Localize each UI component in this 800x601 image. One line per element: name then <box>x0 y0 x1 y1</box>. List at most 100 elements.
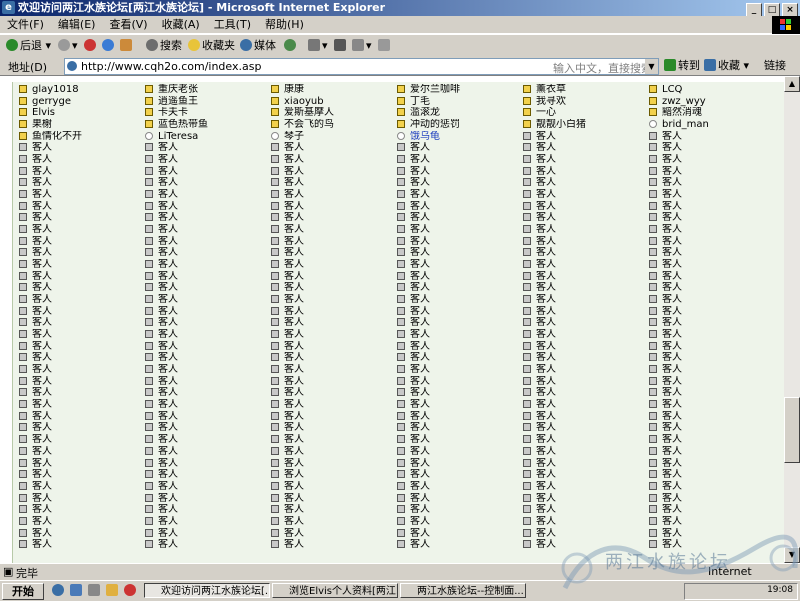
print-button[interactable] <box>334 38 348 54</box>
online-user-item[interactable]: Elvis <box>19 107 145 119</box>
online-user-item[interactable]: 卡夫卡 <box>145 107 271 119</box>
guest-user-item[interactable]: 客人 <box>19 282 145 294</box>
guest-user-item[interactable]: 客人 <box>19 341 145 353</box>
guest-user-item[interactable]: 客人 <box>649 177 775 189</box>
online-user-item[interactable]: 康康 <box>271 84 397 96</box>
online-user-item[interactable]: brid_man <box>649 119 775 131</box>
guest-user-item[interactable]: 客人 <box>649 352 775 364</box>
go-button[interactable]: 转到 <box>664 58 700 74</box>
guest-user-item[interactable]: 客人 <box>649 166 775 178</box>
guest-user-item[interactable]: 客人 <box>19 352 145 364</box>
guest-user-item[interactable]: 客人 <box>145 224 271 236</box>
guest-user-item[interactable]: 客人 <box>271 481 397 493</box>
guest-user-item[interactable]: 客人 <box>271 189 397 201</box>
mail-button[interactable]: ▾ <box>308 38 328 54</box>
guest-user-item[interactable]: 客人 <box>649 469 775 481</box>
guest-user-item[interactable]: 客人 <box>145 189 271 201</box>
address-favorites-button[interactable]: 收藏 ▾ <box>704 58 749 74</box>
online-user-item[interactable]: 丁毛 <box>397 96 523 108</box>
online-user-item[interactable]: glay1018 <box>19 84 145 96</box>
guest-user-item[interactable]: 客人 <box>523 458 649 470</box>
guest-user-item[interactable]: 客人 <box>397 212 523 224</box>
guest-user-item[interactable]: 客人 <box>649 282 775 294</box>
guest-user-item[interactable]: 客人 <box>271 294 397 306</box>
vertical-scrollbar[interactable]: ▲ ▼ <box>784 76 800 563</box>
guest-user-item[interactable]: 客人 <box>19 317 145 329</box>
online-user-item[interactable]: 爱尔兰咖啡 <box>397 84 523 96</box>
online-user-item[interactable]: zwz_wyy <box>649 96 775 108</box>
guest-user-item[interactable]: 客人 <box>19 469 145 481</box>
guest-user-item[interactable]: 客人 <box>271 376 397 388</box>
guest-user-item[interactable]: 客人 <box>19 259 145 271</box>
guest-user-item[interactable]: 客人 <box>145 212 271 224</box>
guest-user-item[interactable]: 客人 <box>523 329 649 341</box>
online-user-item[interactable]: 果榭 <box>19 119 145 131</box>
guest-user-item[interactable]: 客人 <box>19 294 145 306</box>
guest-user-item[interactable]: 客人 <box>397 446 523 458</box>
taskbar-item-forum[interactable]: 欢迎访问两江水族论坛[... <box>144 583 270 598</box>
refresh-button[interactable] <box>102 38 116 54</box>
guest-user-item[interactable]: 客人 <box>271 469 397 481</box>
guest-user-item[interactable]: 客人 <box>145 306 271 318</box>
online-user-item[interactable]: 黯然消魂 <box>649 107 775 119</box>
guest-user-item[interactable]: 客人 <box>649 493 775 505</box>
online-user-item[interactable]: 重庆老张 <box>145 84 271 96</box>
guest-user-item[interactable]: 客人 <box>397 364 523 376</box>
guest-user-item[interactable]: 客人 <box>649 142 775 154</box>
guest-user-item[interactable]: 客人 <box>523 154 649 166</box>
guest-user-item[interactable]: 客人 <box>397 516 523 528</box>
guest-user-item[interactable]: 客人 <box>649 317 775 329</box>
guest-user-item[interactable]: 客人 <box>397 294 523 306</box>
guest-user-item[interactable]: 客人 <box>19 387 145 399</box>
taskbar-item-profile[interactable]: 浏览Elvis个人资料[两江... <box>272 583 398 598</box>
guest-user-item[interactable]: 客人 <box>145 177 271 189</box>
menu-tools[interactable]: 工具(T) <box>207 16 258 33</box>
guest-user-item[interactable]: 客人 <box>271 212 397 224</box>
media-button[interactable]: 媒体 <box>240 38 276 54</box>
scroll-thumb[interactable] <box>784 397 800 463</box>
favorites-button[interactable]: 收藏夹 <box>188 38 235 54</box>
guest-user-item[interactable]: 客人 <box>523 422 649 434</box>
guest-user-item[interactable]: 客人 <box>271 528 397 540</box>
guest-user-item[interactable]: 客人 <box>145 434 271 446</box>
guest-user-item[interactable]: 客人 <box>649 458 775 470</box>
guest-user-item[interactable]: 客人 <box>145 271 271 283</box>
guest-user-item[interactable]: 客人 <box>523 189 649 201</box>
guest-user-item[interactable]: 客人 <box>523 131 649 143</box>
online-user-item[interactable]: 爱斯基摩人 <box>271 107 397 119</box>
quicklaunch-explorer-icon[interactable] <box>106 583 120 599</box>
guest-user-item[interactable]: 客人 <box>649 212 775 224</box>
guest-user-item[interactable]: 客人 <box>523 341 649 353</box>
guest-user-item[interactable]: 客人 <box>649 294 775 306</box>
scroll-down-button[interactable]: ▼ <box>784 547 800 563</box>
guest-user-item[interactable]: 客人 <box>145 247 271 259</box>
guest-user-item[interactable]: 客人 <box>523 469 649 481</box>
guest-user-item[interactable]: 客人 <box>145 352 271 364</box>
guest-user-item[interactable]: 客人 <box>523 516 649 528</box>
guest-user-item[interactable]: 客人 <box>523 539 649 551</box>
guest-user-item[interactable]: 客人 <box>145 539 271 551</box>
guest-user-item[interactable]: 客人 <box>145 516 271 528</box>
guest-user-item[interactable]: 客人 <box>145 504 271 516</box>
guest-user-item[interactable]: 客人 <box>523 493 649 505</box>
stop-button[interactable] <box>84 38 98 54</box>
guest-user-item[interactable]: 客人 <box>523 224 649 236</box>
guest-user-item[interactable]: 客人 <box>271 259 397 271</box>
scroll-up-button[interactable]: ▲ <box>784 76 800 92</box>
guest-user-item[interactable]: 客人 <box>523 446 649 458</box>
guest-user-item[interactable]: 客人 <box>649 364 775 376</box>
guest-user-item[interactable]: 客人 <box>19 364 145 376</box>
guest-user-item[interactable]: 客人 <box>649 201 775 213</box>
guest-user-item[interactable]: 客人 <box>19 247 145 259</box>
guest-user-item[interactable]: 客人 <box>397 177 523 189</box>
guest-user-item[interactable]: 客人 <box>271 493 397 505</box>
quicklaunch-ie-icon[interactable] <box>52 583 66 599</box>
links-button[interactable]: 链接 <box>764 58 786 74</box>
guest-user-item[interactable]: 客人 <box>271 399 397 411</box>
guest-user-item[interactable]: 客人 <box>649 446 775 458</box>
guest-user-item[interactable]: 客人 <box>271 329 397 341</box>
guest-user-item[interactable]: 客人 <box>397 504 523 516</box>
guest-user-item[interactable]: 客人 <box>19 528 145 540</box>
history-button[interactable] <box>284 38 298 54</box>
guest-user-item[interactable]: 客人 <box>271 317 397 329</box>
